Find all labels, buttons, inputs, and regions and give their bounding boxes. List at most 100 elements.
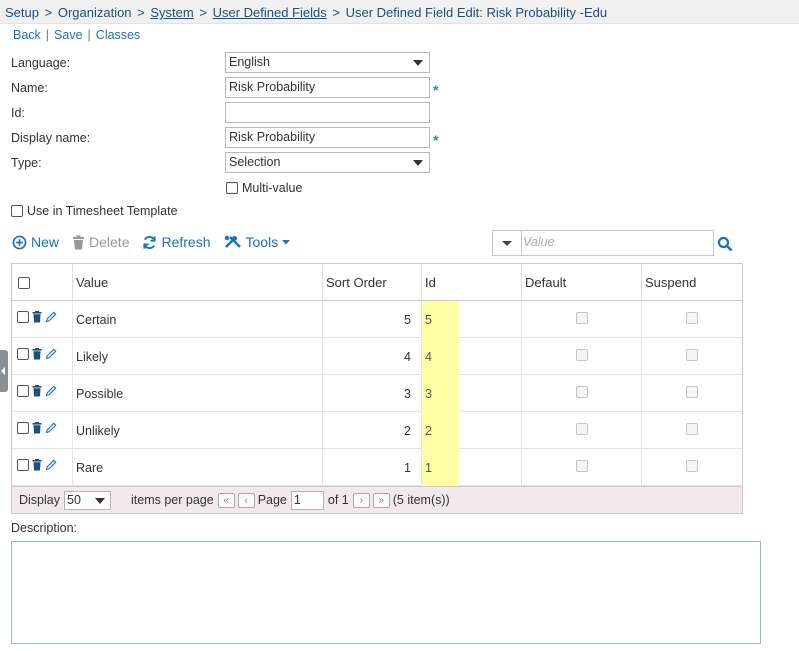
grid-toolbar: New Delete Refresh Tools xyxy=(12,234,303,250)
tools-icon xyxy=(224,235,241,248)
last-page-button[interactable]: » xyxy=(372,492,390,508)
delete-button[interactable]: Delete xyxy=(72,234,129,250)
description-textarea[interactable] xyxy=(11,541,761,644)
use-in-timesheet-checkbox[interactable] xyxy=(11,205,23,217)
previous-page-button[interactable]: ‹ xyxy=(237,492,255,508)
row-checkbox[interactable] xyxy=(17,459,29,471)
pencil-icon[interactable] xyxy=(45,311,57,323)
trash-icon[interactable] xyxy=(32,385,42,397)
suspend-cell xyxy=(641,375,742,412)
suspend-cell xyxy=(641,412,742,449)
next-page-button[interactable]: › xyxy=(352,492,370,508)
row-checkbox[interactable] xyxy=(17,385,29,397)
filter-input[interactable]: Value xyxy=(523,235,555,249)
default-checkbox xyxy=(575,311,588,324)
row-checkbox[interactable] xyxy=(17,348,29,360)
column-header-sort-order[interactable]: Sort Order xyxy=(322,264,421,301)
id-cell: 1 xyxy=(421,449,459,486)
breadcrumb-organization[interactable]: Organization xyxy=(58,5,132,20)
row-tools xyxy=(17,311,57,323)
breadcrumb-separator: > xyxy=(332,5,340,20)
display-name-field[interactable]: Risk Probability xyxy=(225,127,430,148)
items-per-page-label: items per page xyxy=(131,493,214,507)
first-page-button[interactable]: « xyxy=(217,492,235,508)
row-tools xyxy=(17,459,57,471)
plus-circle-icon xyxy=(12,235,27,249)
row-checkbox[interactable] xyxy=(17,422,29,434)
new-button[interactable]: New xyxy=(12,234,59,250)
table-row: Possible 3 3 xyxy=(12,375,742,412)
suspend-checkbox xyxy=(686,311,698,324)
suspend-cell xyxy=(641,301,742,338)
name-required-mark: * xyxy=(433,82,439,98)
save-link[interactable]: Save xyxy=(54,28,83,42)
trash-icon[interactable] xyxy=(32,348,42,360)
column-header-default[interactable]: Default xyxy=(521,264,641,301)
type-select[interactable]: Selection xyxy=(225,152,430,173)
select-all-cell xyxy=(12,264,72,301)
display-name-required-mark: * xyxy=(433,132,439,148)
sort-order-cell: 4 xyxy=(322,338,421,375)
id-cell: 2 xyxy=(421,412,459,449)
column-header-id[interactable]: Id xyxy=(421,264,521,301)
multi-value-checkbox[interactable] xyxy=(226,182,238,194)
search-icon[interactable] xyxy=(717,236,733,252)
page-count-label: of 1 xyxy=(327,493,349,507)
pencil-icon[interactable] xyxy=(45,459,57,471)
table-row: Unlikely 2 2 xyxy=(12,412,742,449)
sort-order-cell: 2 xyxy=(322,412,421,449)
tools-menu-button[interactable]: Tools xyxy=(224,234,291,250)
page-number-input[interactable]: 1 xyxy=(290,490,324,510)
trash-icon[interactable] xyxy=(32,459,42,471)
default-cell xyxy=(521,412,641,449)
suspend-checkbox xyxy=(686,348,698,361)
use-in-timesheet-option: Use in Timesheet Template xyxy=(11,204,178,218)
breadcrumb-system[interactable]: System xyxy=(150,5,193,20)
suspend-cell xyxy=(641,449,742,486)
row-checkbox[interactable] xyxy=(17,311,29,323)
back-link[interactable]: Back xyxy=(13,28,41,42)
pencil-icon[interactable] xyxy=(45,348,57,360)
value-filter: Value xyxy=(492,230,714,256)
column-header-suspend[interactable]: Suspend xyxy=(641,264,742,301)
delete-label: Delete xyxy=(89,234,130,250)
type-label: Type: xyxy=(11,156,42,170)
row-tools xyxy=(17,385,57,397)
table-row: Certain 5 5 xyxy=(12,301,742,338)
values-grid: Value Sort Order Id Default Suspend Cert… xyxy=(11,263,743,514)
item-count-label: (5 item(s)) xyxy=(392,493,450,507)
trash-icon[interactable] xyxy=(32,311,42,323)
breadcrumb-separator: > xyxy=(44,5,53,20)
multi-value-option: Multi-value xyxy=(226,181,302,195)
breadcrumb-setup[interactable]: Setup xyxy=(5,5,39,20)
sort-order-cell: 3 xyxy=(322,375,421,412)
id-cell: 4 xyxy=(421,338,459,375)
classes-link[interactable]: Classes xyxy=(96,28,140,42)
value-cell: Possible xyxy=(72,375,322,412)
pencil-icon[interactable] xyxy=(45,422,57,434)
breadcrumb-separator: > xyxy=(199,5,207,20)
default-cell xyxy=(521,449,641,486)
grid-pager: Display 50 items per page « ‹ Page 1 of … xyxy=(12,486,742,513)
id-cell: 5 xyxy=(421,301,459,338)
refresh-label: Refresh xyxy=(161,234,211,250)
default-checkbox xyxy=(575,422,588,435)
column-header-value[interactable]: Value xyxy=(72,264,322,301)
id-field[interactable] xyxy=(225,102,430,123)
refresh-button[interactable]: Refresh xyxy=(142,234,211,250)
select-all-checkbox[interactable] xyxy=(18,276,30,289)
side-panel-toggle[interactable] xyxy=(0,350,8,392)
trash-icon[interactable] xyxy=(32,422,42,434)
breadcrumb-user-defined-fields[interactable]: User Defined Fields xyxy=(213,5,327,20)
use-in-timesheet-label: Use in Timesheet Template xyxy=(27,204,178,218)
grid-header: Value Sort Order Id Default Suspend xyxy=(12,264,742,301)
default-checkbox xyxy=(575,385,588,398)
language-select[interactable]: English xyxy=(225,52,430,73)
page-label: Page xyxy=(257,493,287,507)
pencil-icon[interactable] xyxy=(45,385,57,397)
filter-operator-dropdown[interactable] xyxy=(493,231,522,255)
multi-value-label: Multi-value xyxy=(242,181,303,195)
name-field[interactable]: Risk Probability xyxy=(225,77,430,98)
page-size-select[interactable]: 50 xyxy=(64,490,111,510)
action-divider: | xyxy=(87,28,91,42)
